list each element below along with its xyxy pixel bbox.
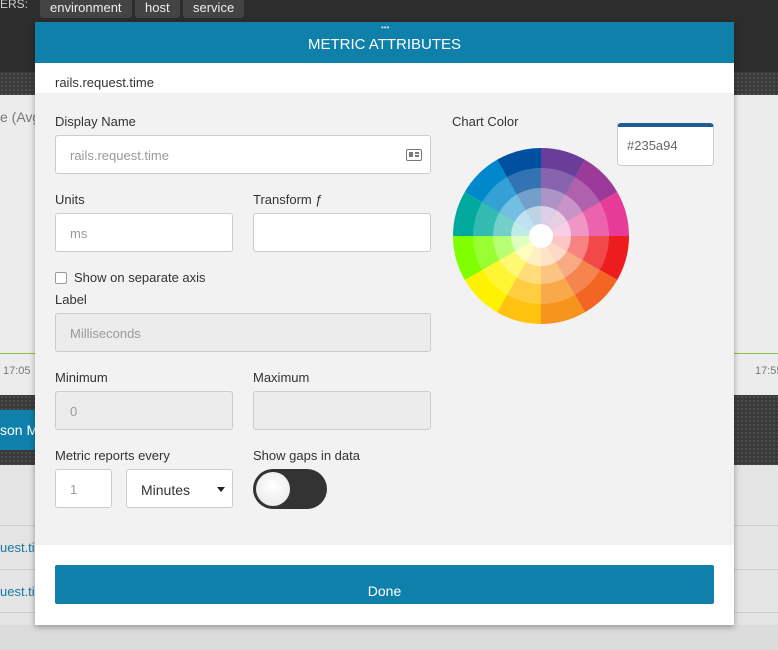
chart-color-label: Chart Color [452,114,519,129]
metric-attributes-dialog: ••• METRIC ATTRIBUTES rails.request.time… [35,22,734,625]
color-hex-input[interactable]: #235a94 [617,123,714,166]
units-label: Units [55,192,85,207]
maximum-label: Maximum [253,370,310,385]
filter-chip-environment[interactable]: environment [40,0,132,18]
reports-every-input[interactable]: 1 [55,469,112,508]
maximum-input[interactable] [253,391,431,430]
color-wheel[interactable] [452,147,630,325]
display-name-label: Display Name [55,114,136,129]
transform-label: Transform ƒ [253,192,323,207]
background-button[interactable]: son M [0,410,40,450]
minimum-label: Minimum [55,370,108,385]
reports-every-label: Metric reports every [55,448,170,463]
toggle-knob [256,472,290,506]
show-gaps-label: Show gaps in data [253,448,360,463]
done-button[interactable]: Done [55,565,714,604]
filter-chip-service[interactable]: service [183,0,245,18]
drag-handle-icon[interactable]: ••• [381,24,389,32]
time-label: 17:55 [755,365,778,377]
separate-axis-checkbox[interactable] [55,272,67,284]
show-gaps-toggle[interactable] [253,469,327,509]
display-name-placeholder: rails.request.time [70,148,169,163]
time-label: 17:05 [3,365,31,377]
transform-input[interactable] [253,213,431,252]
color-swatch-white[interactable] [529,224,553,248]
axis-label-label: Label [55,292,87,307]
axis-label-input[interactable]: Milliseconds [55,313,431,352]
id-card-icon[interactable] [406,149,422,161]
filters-label: ERS: [0,0,29,11]
minimum-input[interactable]: 0 [55,391,233,430]
reports-unit-select[interactable]: Minutes [126,469,233,508]
dialog-header[interactable]: ••• METRIC ATTRIBUTES [35,22,734,63]
display-name-input[interactable]: rails.request.time [55,135,431,174]
metric-name: rails.request.time [55,75,154,90]
separate-axis-label: Show on separate axis [74,270,206,285]
reports-unit-value: Minutes [141,482,191,498]
units-input[interactable]: ms [55,213,233,252]
dialog-title: METRIC ATTRIBUTES [307,36,462,53]
caret-down-icon [217,487,225,492]
filter-chip-host[interactable]: host [135,0,180,18]
dialog-body: Display Name rails.request.time Units ms… [35,93,734,545]
